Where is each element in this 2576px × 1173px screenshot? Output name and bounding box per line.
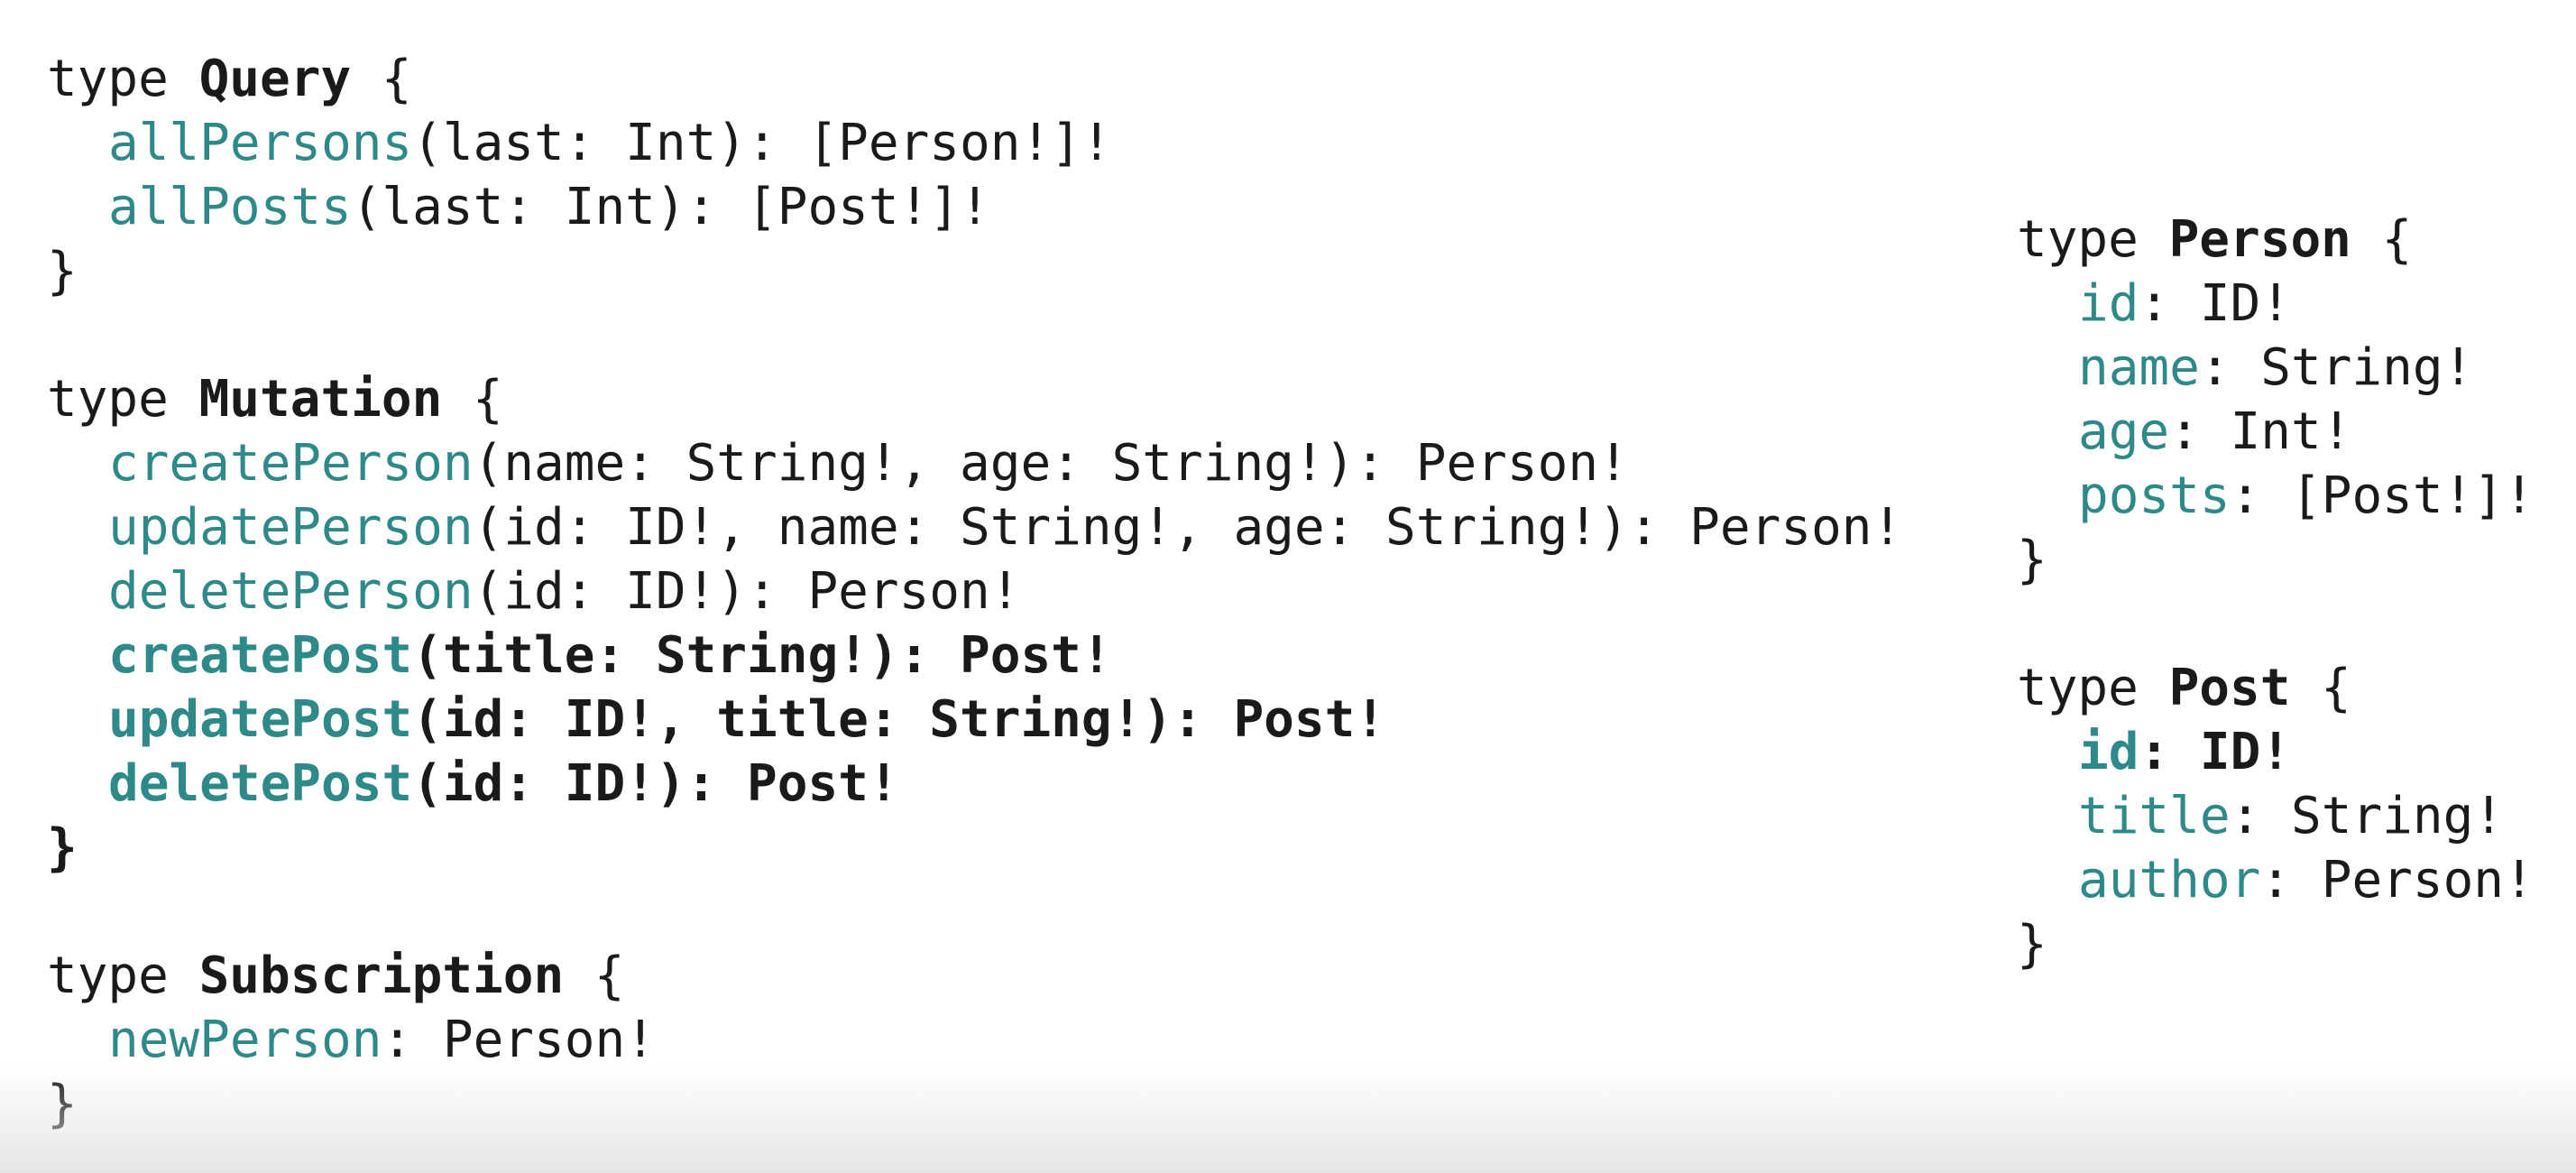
person-type-header: type Person { [2017,208,2535,272]
open-brace: { [381,50,412,108]
close-brace: } [47,818,78,877]
field-line: id: ID! [2017,272,2535,336]
type-keyword: type [47,50,169,108]
field-line: age: Int! [2017,400,2535,464]
subscription-type-close: } [47,1072,1902,1136]
type-name-query: Query [198,50,352,108]
field-signature: (last: Int): [Person!]! [412,114,1112,172]
field-name: id [2078,723,2139,781]
type-keyword: type [2017,659,2139,717]
field-signature: : String! [2230,787,2505,845]
type-keyword: type [47,370,169,429]
field-signature: (last: Int): [Post!]! [351,178,990,236]
field-signature: : ID! [2139,274,2292,333]
field-name: age [2078,402,2170,461]
type-name-mutation: Mutation [198,370,443,429]
query-type-header: type Query { [47,47,1902,111]
field-line-highlighted: deletePost(id: ID!): Post! [47,752,1902,816]
type-keyword: type [47,947,169,1005]
close-brace: } [47,1075,78,1133]
open-brace: { [593,947,625,1005]
field-line: updatePerson(id: ID!, name: String!, age… [47,495,1902,559]
open-brace: { [473,370,503,429]
field-line-highlighted: createPost(title: String!): Post! [47,623,1902,688]
field-line: name: String! [2017,336,2535,400]
person-type-close: } [2017,528,2535,592]
field-name: posts [2078,466,2231,525]
field-name: title [2078,787,2231,845]
open-brace: { [2321,659,2351,717]
type-name-subscription: Subscription [198,947,565,1005]
type-name-person: Person [2168,210,2351,269]
field-signature: : String! [2199,338,2474,397]
field-name: createPost [108,626,413,685]
field-name: id [2078,274,2139,333]
right-code-block: type Person {id: ID! name: String! age: In… [2017,208,2535,976]
field-signature: (id: ID!, title: String!): Post! [412,690,1386,749]
type-keyword: type [2017,210,2139,269]
field-name: author [2078,851,2261,910]
field-name: updatePost [108,690,413,749]
open-brace: { [2381,210,2413,269]
field-line-highlighted: id: ID! [2017,720,2535,784]
field-line: createPerson(name: String!, age: String!… [47,431,1902,495]
subscription-type-header: type Subscription { [47,944,1902,1008]
field-line: allPersons(last: Int): [Person!]! [47,111,1902,175]
field-signature: (id: ID!, name: String!, age: String!): … [473,498,1903,557]
field-signature: : Int! [2169,402,2352,461]
close-brace: } [2017,531,2047,589]
field-name: name [2078,338,2200,397]
field-name: updatePerson [108,498,474,557]
field-line: deletePerson(id: ID!): Person! [47,559,1902,623]
field-name: allPosts [108,178,352,236]
post-type-header: type Post { [2017,656,2535,720]
close-brace: } [2017,915,2047,974]
close-brace: } [47,242,78,300]
type-name-post: Post [2168,659,2291,717]
field-signature: : ID! [2139,723,2292,781]
field-line: newPerson: Person! [47,1008,1902,1072]
mutation-type-close: } [47,816,1902,880]
field-signature: : Person! [2260,851,2535,910]
field-line: author: Person! [2017,848,2535,912]
field-signature: (id: ID!): Person! [473,562,1021,621]
field-line: posts: [Post!]! [2017,464,2535,528]
post-type-close: } [2017,912,2535,976]
field-signature: (id: ID!): Post! [412,754,899,813]
field-line: allPosts(last: Int): [Post!]! [47,175,1902,239]
field-name: deletePost [108,754,413,813]
field-line: title: String! [2017,784,2535,848]
field-name: newPerson [108,1011,382,1069]
field-signature: (name: String!, age: String!): Person! [473,434,1629,493]
query-type-close: } [47,239,1902,303]
field-signature: (title: String!): Post! [412,626,1112,685]
field-signature: : [Post!]! [2230,466,2535,525]
field-name: allPersons [108,114,413,172]
field-line-highlighted: updatePost(id: ID!, title: String!): Pos… [47,688,1902,752]
left-code-block: type Query {allPersons(last: Int): [Pers… [47,47,1902,1136]
field-signature: : Person! [382,1011,656,1069]
field-name: deletePerson [108,562,474,621]
mutation-type-header: type Mutation { [47,367,1902,431]
field-name: createPerson [108,434,474,493]
